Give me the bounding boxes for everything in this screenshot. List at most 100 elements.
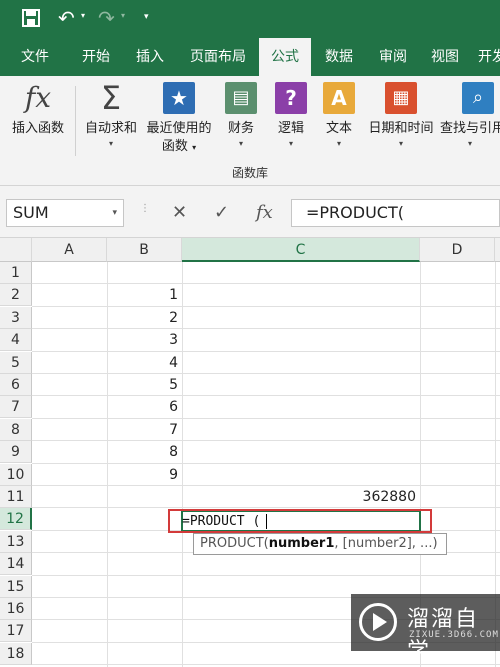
undo-icon[interactable]: ↶ bbox=[58, 7, 75, 29]
gridline-horizontal bbox=[32, 462, 500, 464]
column-header-d[interactable]: D bbox=[420, 238, 495, 262]
cell-b4[interactable]: 3 bbox=[107, 329, 182, 351]
financial-icon: ▤ bbox=[225, 82, 257, 114]
cell-c11[interactable]: 362880 bbox=[182, 486, 420, 508]
cell-b2[interactable]: 1 bbox=[107, 284, 182, 306]
ribbon-tabs: 文件 开始 插入 页面布局 公式 数据 审阅 视图 开发 bbox=[0, 38, 500, 76]
row-header[interactable]: 4 bbox=[0, 329, 32, 352]
star-book-icon: ★ bbox=[163, 82, 195, 114]
quick-access-toolbar: ↶ ▾ ↷ ▾ ▾ bbox=[0, 0, 500, 38]
gridline-vertical bbox=[182, 262, 183, 667]
enter-icon[interactable]: ✓ bbox=[214, 199, 229, 227]
redo-dropdown-icon[interactable]: ▾ bbox=[121, 11, 125, 20]
row-header[interactable]: 5 bbox=[0, 351, 32, 374]
gridline-horizontal bbox=[32, 417, 500, 419]
gridline-horizontal bbox=[32, 395, 500, 397]
date-time-button[interactable]: ▦ 日期和时间 ▾ bbox=[364, 82, 438, 150]
tab-insert[interactable]: 插入 bbox=[124, 38, 176, 76]
fx-icon: fx bbox=[24, 81, 52, 114]
row-header[interactable]: 17 bbox=[0, 620, 32, 643]
cancel-icon[interactable]: ✕ bbox=[172, 199, 187, 227]
lookup-reference-button[interactable]: ⌕ 查找与引用 ▾ bbox=[440, 82, 500, 150]
drag-handle-icon[interactable]: ⋮ bbox=[140, 204, 150, 214]
gridline-horizontal bbox=[32, 350, 500, 352]
cell-b5[interactable]: 4 bbox=[107, 352, 182, 374]
play-icon bbox=[359, 603, 397, 641]
tab-data[interactable]: 数据 bbox=[313, 38, 365, 76]
text-book-icon: A bbox=[323, 82, 355, 114]
row-header[interactable]: 13 bbox=[0, 530, 32, 553]
chevron-down-icon: ▾ bbox=[336, 139, 341, 148]
cell-b6[interactable]: 5 bbox=[107, 374, 182, 396]
chevron-down-icon: ▾ bbox=[108, 139, 113, 148]
chevron-down-icon: ▾ bbox=[398, 139, 403, 148]
financial-button[interactable]: ▤ 财务 ▾ bbox=[220, 82, 262, 150]
row-header[interactable]: 12 bbox=[0, 508, 32, 531]
formula-buttons: ✕ ✓ fx bbox=[160, 199, 284, 227]
ribbon-formulas: fx 插入函数 Σ 自动求和 ▾ ★ 最近使用的 函数 ▾ ▤ 财务 ▾ ? 逻… bbox=[0, 76, 500, 186]
gridline-horizontal bbox=[32, 373, 500, 374]
gridline-horizontal bbox=[32, 574, 500, 576]
customize-qat-icon[interactable]: ▾ bbox=[144, 12, 149, 22]
name-box[interactable]: SUM ▾ bbox=[6, 199, 124, 227]
row-header[interactable]: 9 bbox=[0, 441, 32, 464]
save-icon[interactable] bbox=[22, 9, 40, 27]
row-header[interactable]: 10 bbox=[0, 463, 32, 486]
chevron-down-icon[interactable]: ▾ bbox=[112, 200, 117, 226]
gridline-horizontal bbox=[32, 328, 500, 330]
row-header[interactable]: 6 bbox=[0, 374, 32, 396]
active-cell-editor[interactable]: =PRODUCT ( bbox=[168, 509, 432, 533]
tab-developer[interactable]: 开发 bbox=[478, 38, 500, 76]
tab-view[interactable]: 视图 bbox=[419, 38, 471, 76]
tab-review[interactable]: 审阅 bbox=[367, 38, 419, 76]
insert-function-icon[interactable]: fx bbox=[256, 199, 273, 227]
sigma-icon: Σ bbox=[100, 79, 122, 117]
chevron-down-icon: ▾ bbox=[288, 139, 293, 148]
chevron-down-icon: ▾ bbox=[238, 139, 243, 148]
recently-used-button[interactable]: ★ 最近使用的 函数 ▾ bbox=[142, 82, 216, 157]
text-button[interactable]: A 文本 ▾ bbox=[318, 82, 360, 150]
ribbon-separator bbox=[75, 86, 76, 156]
cell-b9[interactable]: 8 bbox=[107, 441, 182, 463]
function-syntax-tooltip[interactable]: PRODUCT(number1, [number2], ...) bbox=[193, 533, 447, 555]
tooltip-current-arg: number1 bbox=[268, 536, 335, 551]
column-header-b[interactable]: B bbox=[107, 238, 182, 262]
cell-b10[interactable]: 9 bbox=[107, 464, 182, 486]
tab-formulas[interactable]: 公式 bbox=[259, 38, 311, 76]
autosum-button[interactable]: Σ 自动求和 ▾ bbox=[80, 82, 142, 150]
formula-bar: SUM ▾ ⋮ ✕ ✓ fx =PRODUCT( bbox=[0, 186, 500, 238]
row-header[interactable]: 7 bbox=[0, 396, 32, 419]
row-header[interactable]: 2 bbox=[0, 284, 32, 307]
cell-b8[interactable]: 7 bbox=[107, 419, 182, 441]
column-header-a[interactable]: A bbox=[32, 238, 107, 262]
column-header-c[interactable]: C bbox=[182, 238, 420, 262]
tab-home[interactable]: 开始 bbox=[70, 38, 122, 76]
insert-function-button[interactable]: fx 插入函数 bbox=[6, 82, 70, 138]
row-header[interactable]: 16 bbox=[0, 598, 32, 620]
gridline-horizontal bbox=[32, 440, 500, 442]
row-header[interactable]: 11 bbox=[0, 486, 32, 508]
chevron-down-icon: ▾ bbox=[468, 139, 473, 148]
row-header[interactable]: 14 bbox=[0, 553, 32, 576]
row-header[interactable]: 3 bbox=[0, 306, 32, 329]
row-header[interactable]: 8 bbox=[0, 418, 32, 441]
tab-file[interactable]: 文件 bbox=[10, 38, 60, 76]
gridline-horizontal bbox=[32, 305, 500, 307]
row-header[interactable]: 18 bbox=[0, 642, 32, 665]
cell-b3[interactable]: 2 bbox=[107, 307, 182, 329]
gridline-horizontal bbox=[32, 283, 500, 285]
undo-dropdown-icon[interactable]: ▾ bbox=[81, 11, 85, 20]
redo-icon[interactable]: ↷ bbox=[98, 7, 115, 29]
formula-input[interactable]: =PRODUCT( bbox=[291, 199, 500, 227]
tab-page-layout[interactable]: 页面布局 bbox=[180, 38, 256, 76]
column-header-e[interactable] bbox=[495, 238, 500, 262]
text-cursor bbox=[266, 514, 267, 529]
cell-b7[interactable]: 6 bbox=[107, 396, 182, 418]
watermark-logo: 溜溜自学 ZIXUE.3D66.COM bbox=[351, 594, 500, 664]
row-header[interactable]: 15 bbox=[0, 575, 32, 598]
row-header[interactable]: 1 bbox=[0, 262, 32, 284]
logical-button[interactable]: ? 逻辑 ▾ bbox=[270, 82, 312, 150]
select-all-corner[interactable] bbox=[0, 238, 32, 262]
magnifier-book-icon: ⌕ bbox=[462, 82, 494, 114]
calendar-icon: ▦ bbox=[385, 82, 417, 114]
